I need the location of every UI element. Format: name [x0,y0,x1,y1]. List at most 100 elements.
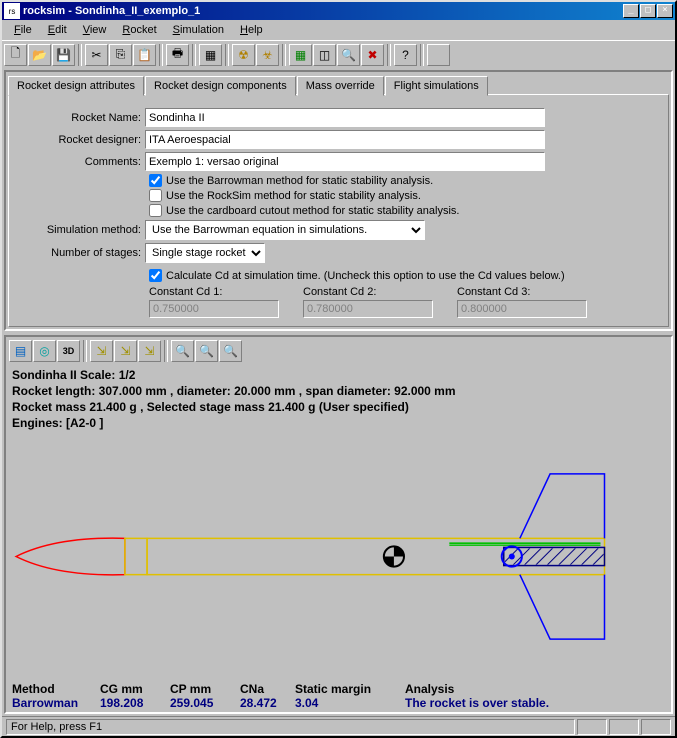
design-panel: Rocket design attributes Rocket design c… [4,70,673,331]
separator [159,44,163,66]
menu-help[interactable]: Help [232,22,271,38]
close-button[interactable]: × [657,4,673,18]
results-row: Barrowman 198.208 259.045 28.472 3.04 Th… [12,696,665,710]
tab-strip: Rocket design attributes Rocket design c… [8,76,669,96]
separator [78,44,82,66]
sim-method-select[interactable]: Use the Barrowman equation in simulation… [145,220,425,240]
col-cg: CG mm [100,682,170,696]
info-line3: Rocket mass 21.400 g , Selected stage ma… [12,399,665,415]
cd1-label: Constant Cd 1: [149,286,279,298]
zoom-in-button[interactable]: 🔍 [171,340,194,362]
window-controls: _ □ × [623,4,673,18]
calc-cd-checkbox[interactable] [149,269,162,282]
stage3-button[interactable]: ⇲ [138,340,161,362]
designer-input[interactable] [145,130,545,149]
status-text: For Help, press F1 [6,719,575,735]
tool1-button[interactable]: ☢ [232,44,255,66]
separator [83,340,87,362]
status-indicator [641,719,671,735]
paste-icon: 📋 [137,48,152,62]
tab-simulations[interactable]: Flight simulations [385,76,488,96]
help-button[interactable]: ? [394,44,417,66]
chart-button[interactable]: ◫ [313,44,336,66]
sim-method-label: Simulation method: [17,224,145,236]
help-icon: ? [402,48,409,62]
app-window: rs rocksim - Sondinha_II_exemplo_1 _ □ ×… [0,0,677,738]
status-indicator [609,719,639,735]
calc-cd-label: Calculate Cd at simulation time. (Unchec… [166,270,565,282]
zoom-out-icon: 🔍 [223,344,238,358]
paste-button[interactable]: 📋 [133,44,156,66]
statusbar: For Help, press F1 [2,716,675,736]
new-icon: 🗋 [11,44,21,65]
tab-attributes[interactable]: Rocket design attributes [8,76,144,96]
grid-button[interactable]: ▦ [289,44,312,66]
barrowman-checkbox[interactable] [149,174,162,187]
target-icon: ◎ [39,344,49,358]
comments-label: Comments: [17,156,145,168]
view1-button[interactable]: ▤ [9,340,32,362]
minimize-button[interactable]: _ [623,4,639,18]
save-button[interactable]: 💾 [52,44,75,66]
menu-view[interactable]: View [75,22,115,38]
titlebar: rs rocksim - Sondinha_II_exemplo_1 _ □ × [2,2,675,20]
stage2-button[interactable]: ⇲ [114,340,137,362]
status-indicator [577,719,607,735]
tab-panel-attributes: Rocket Name: Rocket designer: Comments: … [8,94,669,327]
menu-rocket[interactable]: Rocket [114,22,164,38]
results-header: Method CG mm CP mm CNa Static margin Ana… [12,682,665,696]
view2-button[interactable]: ◎ [33,340,56,362]
separator [225,44,229,66]
search-button[interactable]: 🔍 [337,44,360,66]
zoom-fit-icon: 🔍 [199,344,214,358]
maximize-button[interactable]: □ [640,4,656,18]
col-analysis: Analysis [405,682,625,696]
print-icon: 🖶 [172,44,183,65]
delete-button[interactable]: ✖ [361,44,384,66]
menu-file[interactable]: File [6,22,40,38]
rocksim-checkbox[interactable] [149,189,162,202]
col-cp: CP mm [170,682,240,696]
rocket-drawing [6,433,671,680]
search-icon: 🔍 [341,48,356,62]
copy-icon: ⎘ [116,47,126,62]
tool2-button[interactable]: ☣ [256,44,279,66]
zoom-out-button[interactable]: 🔍 [219,340,242,362]
col-cna: CNa [240,682,295,696]
chart-icon: ◫ [319,48,330,62]
separator [282,44,286,66]
properties-button[interactable]: ▦ [199,44,222,66]
new-button[interactable]: 🗋 [4,44,27,66]
rocket-name-input[interactable] [145,108,545,127]
zoom-in-icon: 🔍 [175,344,190,358]
cd3-label: Constant Cd 3: [457,286,587,298]
menu-edit[interactable]: Edit [40,22,75,38]
tab-mass-override[interactable]: Mass override [297,76,384,96]
copy-button[interactable]: ⎘ [109,44,132,66]
stage-icon: ⇲ [144,344,154,358]
stages-select[interactable]: Single stage rocket [145,243,265,263]
stage1-button[interactable]: ⇲ [90,340,113,362]
3d-icon: 3D [63,346,75,356]
comments-input[interactable] [145,152,545,171]
grid-icon: ▦ [295,48,306,62]
properties-icon: ▦ [205,48,216,62]
biohazard-icon: ☣ [262,48,273,62]
zoom-fit-button[interactable]: 🔍 [195,340,218,362]
blank-button[interactable] [427,44,450,66]
open-icon: 📂 [32,48,47,62]
tab-components[interactable]: Rocket design components [145,76,296,96]
view-icon: ▤ [15,344,26,358]
val-method: Barrowman [12,696,100,710]
menubar: File Edit View Rocket Simulation Help [2,20,675,40]
cut-button[interactable]: ✂ [85,44,108,66]
menu-simulation[interactable]: Simulation [165,22,232,38]
view3d-button[interactable]: 3D [57,340,80,362]
rocket-canvas[interactable] [6,433,671,680]
val-margin: 3.04 [295,696,405,710]
print-button[interactable]: 🖶 [166,44,189,66]
save-icon: 💾 [56,48,71,62]
open-button[interactable]: 📂 [28,44,51,66]
delete-icon: ✖ [367,48,377,62]
cardboard-checkbox[interactable] [149,204,162,217]
